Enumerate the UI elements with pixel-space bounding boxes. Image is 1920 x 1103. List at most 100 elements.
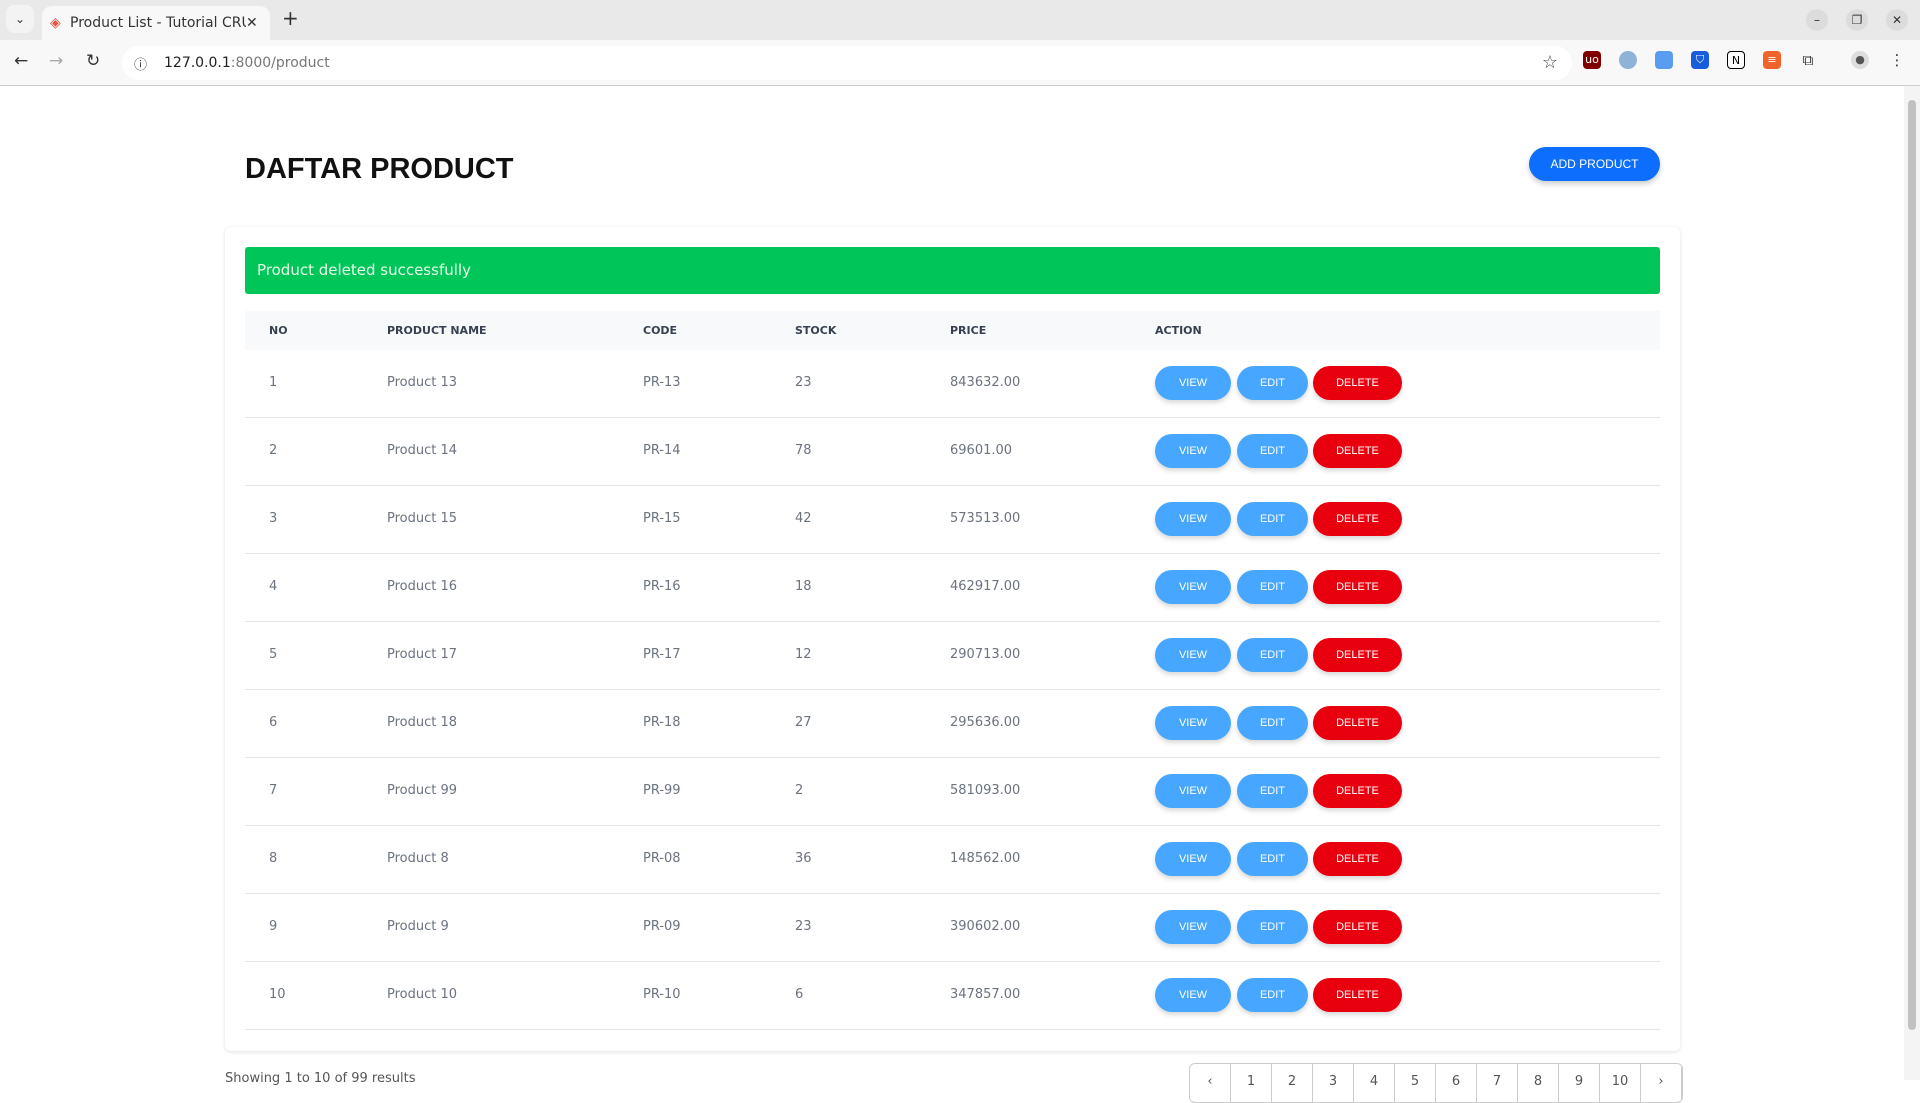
view-button[interactable]: VIEW bbox=[1155, 978, 1231, 1012]
address-bar[interactable]: ⓘ 127.0.0.1:8000/product ☆ bbox=[122, 46, 1572, 80]
delete-button[interactable]: DELETE bbox=[1313, 842, 1402, 876]
header-action: ACTION bbox=[1155, 324, 1202, 337]
tab-search-button[interactable]: ⌄ bbox=[6, 5, 34, 33]
delete-button[interactable]: DELETE bbox=[1313, 978, 1402, 1012]
delete-button[interactable]: DELETE bbox=[1313, 910, 1402, 944]
delete-button[interactable]: DELETE bbox=[1313, 774, 1402, 808]
view-button[interactable]: VIEW bbox=[1155, 638, 1231, 672]
close-tab-icon[interactable]: ✕ bbox=[246, 15, 262, 31]
cell-stock: 36 bbox=[795, 851, 812, 866]
cell-stock: 18 bbox=[795, 579, 812, 594]
delete-button[interactable]: DELETE bbox=[1313, 502, 1402, 536]
delete-button[interactable]: DELETE bbox=[1313, 434, 1402, 468]
page-button[interactable]: 8 bbox=[1518, 1064, 1559, 1102]
forward-icon[interactable]: → bbox=[49, 51, 63, 71]
notion-icon[interactable]: N bbox=[1727, 51, 1745, 69]
reload-icon[interactable]: ↻ bbox=[86, 51, 100, 71]
cell-product-name: Product 13 bbox=[387, 375, 457, 390]
view-button[interactable]: VIEW bbox=[1155, 706, 1231, 740]
tab-bar: ⌄ ◈ Product List - Tutorial CRUD ✕ + – ❐… bbox=[0, 0, 1920, 40]
edit-button[interactable]: EDIT bbox=[1237, 774, 1308, 808]
restore-icon[interactable]: ❐ bbox=[1846, 9, 1868, 31]
ublock-icon[interactable]: uo bbox=[1583, 51, 1601, 69]
edit-button[interactable]: EDIT bbox=[1237, 910, 1308, 944]
page-button[interactable]: 4 bbox=[1354, 1064, 1395, 1102]
cell-code: PR-08 bbox=[643, 851, 681, 866]
add-product-button[interactable]: ADD PRODUCT bbox=[1529, 147, 1660, 181]
cell-no: 6 bbox=[269, 715, 277, 730]
extension-icon[interactable] bbox=[1619, 51, 1637, 69]
edit-button[interactable]: EDIT bbox=[1237, 842, 1308, 876]
site-info-icon[interactable]: ⓘ bbox=[134, 54, 164, 73]
cell-no: 5 bbox=[269, 647, 277, 662]
cell-no: 3 bbox=[269, 511, 277, 526]
cell-no: 10 bbox=[269, 987, 286, 1002]
delete-button[interactable]: DELETE bbox=[1313, 706, 1402, 740]
cell-price: 581093.00 bbox=[950, 783, 1020, 798]
header-price: PRICE bbox=[950, 324, 986, 337]
page-button[interactable]: 10 bbox=[1600, 1064, 1641, 1102]
close-window-icon[interactable]: ✕ bbox=[1886, 9, 1908, 31]
menu-kebab-icon[interactable]: ⋮ bbox=[1888, 51, 1906, 69]
back-icon[interactable]: ← bbox=[14, 51, 28, 71]
table-row: 2Product 14PR-147869601.00VIEWEDITDELETE bbox=[245, 418, 1660, 486]
table-row: 8Product 8PR-0836148562.00VIEWEDITDELETE bbox=[245, 826, 1660, 894]
page-button[interactable]: 9 bbox=[1559, 1064, 1600, 1102]
header-no: NO bbox=[269, 324, 288, 337]
laravel-icon: ◈ bbox=[50, 15, 70, 31]
bookmark-star-icon[interactable]: ☆ bbox=[1542, 52, 1558, 73]
header-code: CODE bbox=[643, 324, 677, 337]
header-stock: STOCK bbox=[795, 324, 836, 337]
extensions-puzzle-icon[interactable]: ⧉ bbox=[1799, 51, 1817, 69]
cell-stock: 78 bbox=[795, 443, 812, 458]
delete-button[interactable]: DELETE bbox=[1313, 638, 1402, 672]
edit-button[interactable]: EDIT bbox=[1237, 434, 1308, 468]
view-button[interactable]: VIEW bbox=[1155, 842, 1231, 876]
table-body: 1Product 13PR-1323843632.00VIEWEDITDELET… bbox=[245, 350, 1660, 1030]
cell-no: 7 bbox=[269, 783, 277, 798]
view-button[interactable]: VIEW bbox=[1155, 910, 1231, 944]
cell-stock: 6 bbox=[795, 987, 803, 1002]
browser-toolbar: ← → ↻ ⓘ 127.0.0.1:8000/product ☆ uo ⛉ N … bbox=[0, 40, 1920, 86]
next-page-button[interactable]: › bbox=[1641, 1064, 1682, 1102]
phone-extension-icon[interactable] bbox=[1655, 51, 1673, 69]
cell-no: 8 bbox=[269, 851, 277, 866]
edit-button[interactable]: EDIT bbox=[1237, 978, 1308, 1012]
scrollbar-thumb[interactable] bbox=[1908, 100, 1916, 1030]
cell-code: PR-09 bbox=[643, 919, 681, 934]
page-button[interactable]: 1 bbox=[1231, 1064, 1272, 1102]
page-button[interactable]: 7 bbox=[1477, 1064, 1518, 1102]
delete-button[interactable]: DELETE bbox=[1313, 366, 1402, 400]
view-button[interactable]: VIEW bbox=[1155, 434, 1231, 468]
new-tab-button[interactable]: + bbox=[282, 6, 299, 30]
edit-button[interactable]: EDIT bbox=[1237, 638, 1308, 672]
cell-code: PR-16 bbox=[643, 579, 681, 594]
page-button[interactable]: 6 bbox=[1436, 1064, 1477, 1102]
notes-extension-icon[interactable]: ≡ bbox=[1763, 51, 1781, 69]
cell-price: 295636.00 bbox=[950, 715, 1020, 730]
profile-avatar[interactable]: ● bbox=[1851, 51, 1869, 69]
cell-price: 290713.00 bbox=[950, 647, 1020, 662]
page-button[interactable]: 3 bbox=[1313, 1064, 1354, 1102]
bitwarden-icon[interactable]: ⛉ bbox=[1691, 51, 1709, 69]
minimize-icon[interactable]: – bbox=[1806, 9, 1828, 31]
prev-page-button[interactable]: ‹ bbox=[1190, 1064, 1231, 1102]
view-button[interactable]: VIEW bbox=[1155, 570, 1231, 604]
edit-button[interactable]: EDIT bbox=[1237, 502, 1308, 536]
view-button[interactable]: VIEW bbox=[1155, 366, 1231, 400]
edit-button[interactable]: EDIT bbox=[1237, 366, 1308, 400]
view-button[interactable]: VIEW bbox=[1155, 774, 1231, 808]
page-button[interactable]: 2 bbox=[1272, 1064, 1313, 1102]
edit-button[interactable]: EDIT bbox=[1237, 706, 1308, 740]
cell-code: PR-18 bbox=[643, 715, 681, 730]
page-button[interactable]: 5 bbox=[1395, 1064, 1436, 1102]
cell-stock: 2 bbox=[795, 783, 803, 798]
page-scrollbar[interactable] bbox=[1904, 86, 1920, 1080]
header-product-name: PRODUCT NAME bbox=[387, 324, 487, 337]
cell-product-name: Product 8 bbox=[387, 851, 449, 866]
browser-tab[interactable]: ◈ Product List - Tutorial CRUD ✕ bbox=[42, 6, 270, 40]
cell-code: PR-13 bbox=[643, 375, 681, 390]
edit-button[interactable]: EDIT bbox=[1237, 570, 1308, 604]
delete-button[interactable]: DELETE bbox=[1313, 570, 1402, 604]
view-button[interactable]: VIEW bbox=[1155, 502, 1231, 536]
